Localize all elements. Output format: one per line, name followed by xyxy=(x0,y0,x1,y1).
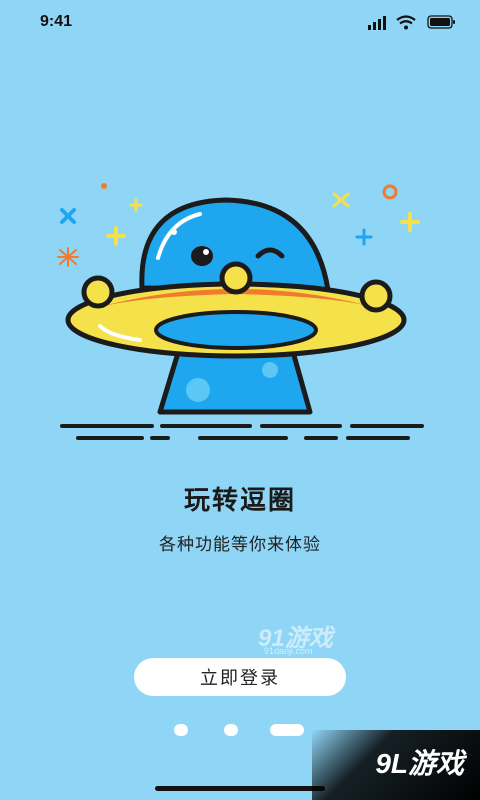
alien-hand-middle xyxy=(219,261,253,295)
onboarding-subtitle: 各种功能等你来体验 xyxy=(159,535,321,554)
alien-hand-right xyxy=(359,279,393,313)
status-time: 9:41 xyxy=(40,13,73,30)
alien-hand-left xyxy=(81,275,115,309)
status-icons xyxy=(368,15,455,30)
watermark-logo: 91游戏 91danji.com xyxy=(258,618,368,660)
page-dot-1[interactable] xyxy=(174,724,188,736)
wifi-icon xyxy=(396,15,416,30)
page-dot-3-active[interactable] xyxy=(270,724,304,736)
onboarding-title: 玩转逗圈 xyxy=(183,485,296,515)
home-indicator xyxy=(155,786,325,791)
signal-icon xyxy=(368,16,386,30)
ufo-alien-illustration xyxy=(57,183,424,440)
ground-lines xyxy=(60,424,424,440)
battery-icon xyxy=(427,15,455,29)
watermark-subtext: 91danji.com xyxy=(264,646,313,656)
login-button[interactable]: 立即登录 xyxy=(134,658,346,696)
status-bar: 9:41 xyxy=(0,0,480,44)
alien-eye xyxy=(191,246,213,266)
page-dot-2[interactable] xyxy=(224,724,238,736)
corner-watermark: 9L游戏 xyxy=(312,730,480,800)
corner-watermark-text: 9L游戏 xyxy=(375,748,464,779)
